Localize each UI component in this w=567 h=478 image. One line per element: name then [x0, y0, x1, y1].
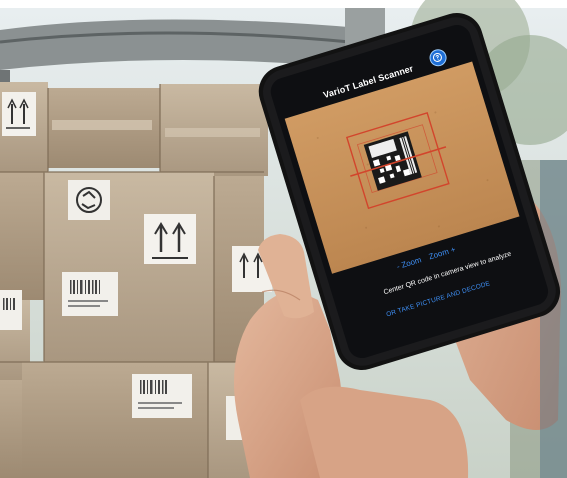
photo-scene: VarioT Label Scanner - Zoom Zoom + Cente… [0, 0, 567, 478]
help-circle-icon [432, 52, 442, 62]
background-photo [0, 0, 567, 478]
